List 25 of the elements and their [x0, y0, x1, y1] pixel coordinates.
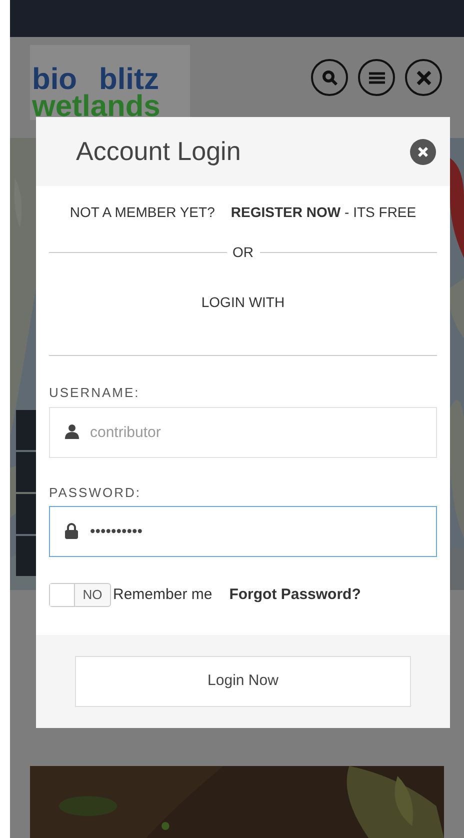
register-note: - ITS FREE	[344, 203, 416, 222]
lock-icon	[65, 523, 78, 539]
modal-title: Account Login	[76, 135, 241, 168]
menu-icon	[368, 72, 384, 84]
field-label: PASSWORD:	[49, 484, 142, 502]
menu-button[interactable]	[358, 59, 395, 96]
logo: bio blitz wetlands	[30, 45, 190, 120]
register-prompt: NOT A MEMBER YET?	[70, 203, 215, 222]
remember-toggle[interactable]: NO	[49, 583, 111, 607]
input-field[interactable]: ••••••••••	[49, 506, 437, 557]
search-icon	[322, 70, 338, 86]
close-icon	[418, 146, 428, 156]
forgot-password-link[interactable]: Forgot Password?	[229, 584, 361, 606]
close-button[interactable]	[405, 59, 442, 96]
close-icon	[416, 70, 430, 84]
field-label: USERNAME:	[49, 384, 141, 402]
register-link[interactable]: REGISTER NOW	[230, 202, 341, 223]
input-field[interactable]: contributor	[49, 406, 437, 458]
close-button[interactable]	[410, 138, 436, 164]
user-icon	[65, 424, 79, 438]
search-button[interactable]	[311, 59, 348, 96]
login-button[interactable]: Login Now	[75, 656, 411, 707]
divider-text: OR	[232, 243, 254, 262]
remember-label: Remember me	[113, 584, 212, 605]
login-with-text: LOGIN WITH	[200, 293, 286, 312]
